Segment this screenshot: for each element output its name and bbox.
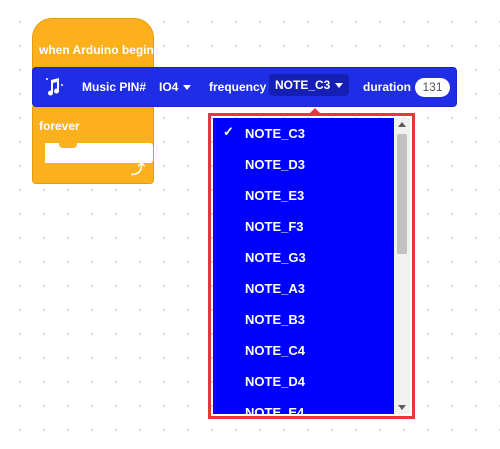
scroll-up-arrow-icon[interactable] <box>398 122 406 127</box>
frequency-dropdown[interactable]: NOTE_C3 <box>269 74 350 96</box>
pin-dropdown-value: IO4 <box>159 80 179 94</box>
forever-block[interactable]: forever ⤴ <box>32 104 154 184</box>
menu-item-label: NOTE_A3 <box>245 281 305 296</box>
menu-item-label: NOTE_E4 <box>245 405 305 414</box>
scroll-down-arrow-icon[interactable] <box>398 405 406 410</box>
check-mark-icon: ✓ <box>223 124 234 139</box>
pin-dropdown-caret-icon <box>183 85 192 91</box>
pin-dropdown[interactable]: IO4 <box>159 80 192 94</box>
menu-item[interactable]: NOTE_F3 <box>213 211 393 241</box>
menu-item-label: NOTE_D4 <box>245 374 305 389</box>
when-arduino-begin-label: when Arduino begin <box>39 43 154 57</box>
menu-item[interactable]: NOTE_A3 <box>213 273 393 303</box>
music-pin-label: Music PIN# <box>82 80 147 94</box>
menu-item[interactable]: NOTE_B3 <box>213 304 393 334</box>
frequency-dropdown-menu[interactable]: ✓ NOTE_C3 NOTE_D3 NOTE_E3 NOTE_F3 NOTE_G… <box>213 118 410 414</box>
menu-item-label: NOTE_E3 <box>245 188 305 203</box>
menu-item[interactable]: NOTE_D4 <box>213 366 393 396</box>
duration-input[interactable]: 131 <box>415 78 450 97</box>
menu-item-label: NOTE_F3 <box>245 219 304 234</box>
music-pin-block[interactable]: Music PIN# IO4 frequency NOTE_C3 duratio… <box>32 67 457 107</box>
loop-arrow-icon: ⤴ <box>131 161 145 177</box>
scroll-thumb[interactable] <box>397 134 407 254</box>
menu-item[interactable]: NOTE_D3 <box>213 149 393 179</box>
forever-notch <box>59 142 77 148</box>
menu-item[interactable]: NOTE_C4 <box>213 335 393 365</box>
music-note-icon <box>43 76 65 98</box>
frequency-dropdown-value: NOTE_C3 <box>275 78 331 92</box>
menu-item-label: NOTE_G3 <box>245 250 306 265</box>
forever-label: forever <box>39 119 80 133</box>
menu-item[interactable]: NOTE_E3 <box>213 180 393 210</box>
duration-label: duration <box>363 80 411 94</box>
frequency-label: frequency <box>209 80 267 94</box>
menu-scrollbar[interactable] <box>394 118 410 414</box>
menu-item[interactable]: NOTE_E4 <box>213 397 393 414</box>
menu-item[interactable]: ✓ NOTE_C3 <box>213 118 393 148</box>
menu-item-label: NOTE_C3 <box>245 126 305 141</box>
menu-item-label: NOTE_D3 <box>245 157 305 172</box>
menu-item[interactable]: NOTE_G3 <box>213 242 393 272</box>
frequency-dropdown-caret-icon <box>335 83 344 89</box>
menu-item-label: NOTE_C4 <box>245 343 305 358</box>
menu-item-label: NOTE_B3 <box>245 312 305 327</box>
